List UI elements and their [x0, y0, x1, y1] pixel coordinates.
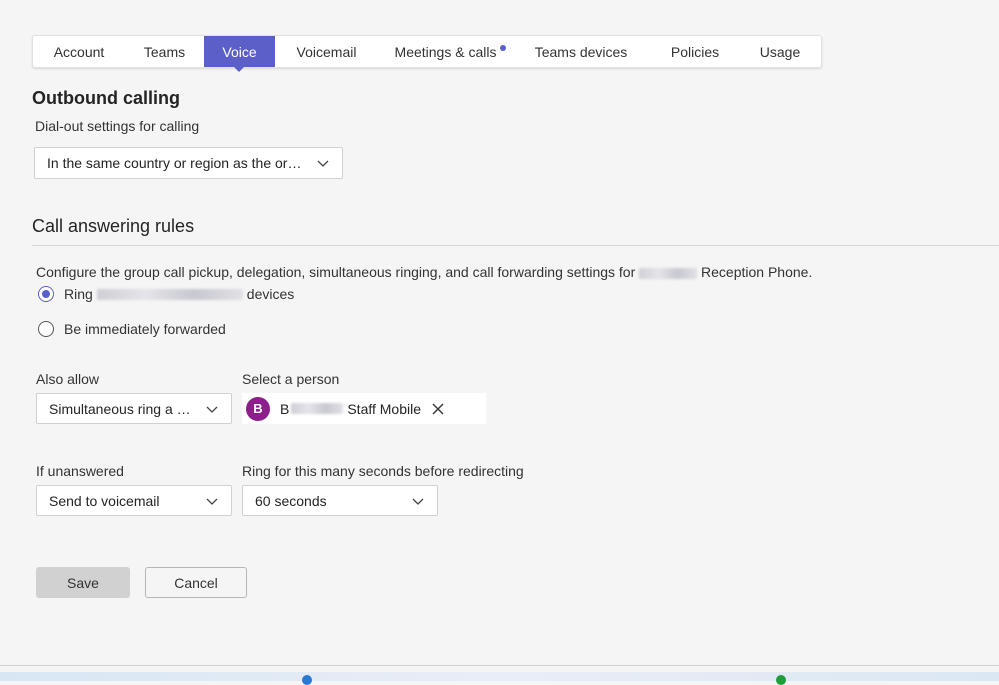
section-divider [32, 245, 999, 246]
taskbar-strip [0, 672, 999, 681]
tab-label: Teams [143, 43, 186, 60]
close-icon[interactable] [431, 402, 445, 416]
tab-teams-devices[interactable]: Teams devices [513, 36, 649, 67]
cancel-button[interactable]: Cancel [145, 567, 247, 598]
ring-seconds-value: 60 seconds [255, 492, 327, 509]
call-answering-description: Configure the group call pickup, delegat… [36, 264, 812, 280]
taskbar-app-icon[interactable] [302, 675, 312, 685]
tab-label: Meetings & calls [394, 43, 497, 60]
redacted-name [96, 288, 243, 300]
tab-meetings-calls[interactable]: Meetings & calls [378, 36, 513, 67]
tab-usage[interactable]: Usage [741, 36, 819, 67]
ring-seconds-label: Ring for this many seconds before redire… [242, 463, 524, 479]
dial-out-value: In the same country or region as the org… [47, 155, 308, 171]
radio-button[interactable] [38, 321, 54, 337]
ring-seconds-select[interactable]: 60 seconds [242, 485, 438, 516]
radio-ring-devices[interactable]: Ring devices [38, 286, 294, 302]
radio-ring-suffix: devices [246, 286, 295, 302]
call-answering-heading: Call answering rules [32, 216, 195, 236]
radio-immediately-forwarded[interactable]: Be immediately forwarded [38, 321, 226, 337]
tab-voicemail[interactable]: Voicemail [275, 36, 378, 67]
avatar: B [246, 396, 270, 421]
radio-forward-label: Be immediately forwarded [64, 321, 226, 337]
tab-label: Voicemail [296, 43, 357, 60]
also-allow-value: Simultaneous ring a user [49, 400, 197, 417]
chevron-down-icon [206, 406, 218, 413]
notification-dot [500, 45, 506, 51]
dial-out-select[interactable]: In the same country or region as the org… [34, 147, 343, 179]
if-unanswered-select[interactable]: Send to voicemail [36, 485, 232, 516]
if-unanswered-value: Send to voicemail [49, 492, 160, 509]
outbound-calling-heading: Outbound calling [32, 88, 180, 108]
chevron-down-icon [206, 498, 218, 505]
also-allow-label: Also allow [36, 371, 100, 387]
bottom-divider [0, 665, 999, 666]
tab-label: Policies [670, 43, 720, 60]
settings-tab-bar: Account Teams Voice Voicemail Meetings &… [32, 35, 822, 68]
chevron-down-icon [317, 160, 329, 167]
chevron-down-icon [412, 498, 424, 505]
radio-button-checked[interactable] [38, 286, 54, 302]
tab-label: Voice [222, 43, 257, 60]
tab-label: Account [53, 43, 105, 60]
dial-out-label: Dial-out settings for calling [35, 118, 200, 134]
radio-ring-label: Ring [64, 286, 93, 302]
save-button[interactable]: Save [36, 567, 130, 598]
tab-account[interactable]: Account [33, 36, 125, 67]
description-text: Configure the group call pickup, delegat… [36, 264, 636, 280]
tab-voice[interactable]: Voice [204, 36, 275, 67]
tab-label: Teams devices [534, 43, 628, 60]
selected-person-field[interactable]: B B Staff Mobile [242, 393, 486, 424]
select-person-label: Select a person [242, 371, 340, 387]
tab-teams[interactable]: Teams [125, 36, 204, 67]
also-allow-select[interactable]: Simultaneous ring a user [36, 393, 232, 424]
tab-policies[interactable]: Policies [649, 36, 741, 67]
description-suffix: Reception Phone. [701, 264, 813, 280]
redacted-name [291, 403, 344, 414]
person-name: B [280, 400, 290, 417]
person-name-suffix: Staff Mobile [347, 400, 422, 417]
tab-label: Usage [759, 43, 801, 60]
if-unanswered-label: If unanswered [36, 463, 124, 479]
redacted-name [639, 267, 698, 279]
active-tab-caret [233, 66, 245, 72]
taskbar-app-icon[interactable] [776, 675, 786, 685]
